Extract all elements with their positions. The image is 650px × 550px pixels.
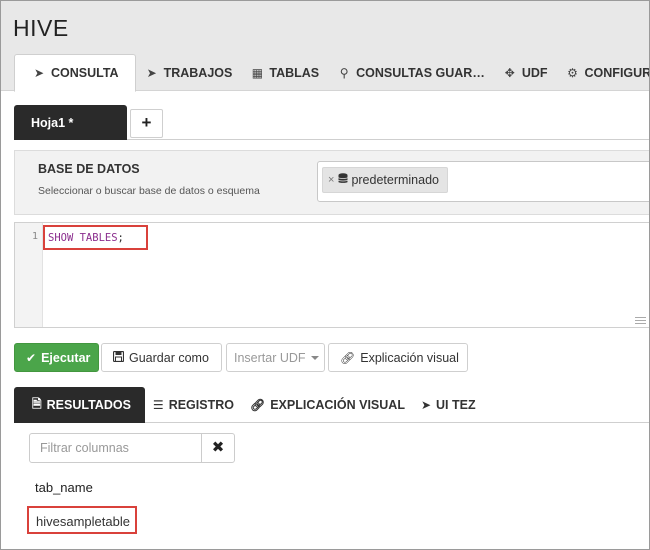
link-icon: 🔗︎ <box>249 398 266 412</box>
chevron-down-icon <box>310 355 319 360</box>
tab-label: UDF <box>521 65 548 80</box>
editor-resize-handle[interactable] <box>635 317 646 324</box>
tab-tablas[interactable]: ▦ TABLAS <box>241 54 328 91</box>
query-text-highlight[interactable]: SHOW TABLES; <box>43 225 148 250</box>
query-editor[interactable]: 1 SHOW TABLES; <box>14 222 649 328</box>
result-tabs: 🗎︎ RESULTADOS ☰ REGISTRO 🔗︎ EXPLICACIÓN … <box>14 387 649 423</box>
add-worksheet-button[interactable]: + <box>130 109 163 138</box>
worksheet-bar: Hoja1 * + <box>14 105 649 140</box>
database-title: BASE DE DATOS <box>38 162 140 176</box>
tab-label: REGISTRO <box>168 398 234 412</box>
tab-resultados[interactable]: 🗎︎ RESULTADOS <box>14 387 145 423</box>
list-icon: ☰ <box>152 398 164 412</box>
table-icon: ▦ <box>251 65 264 80</box>
nav-tabs: ➤ CONSULTA ➤ TRABAJOS ▦ TABLAS ⚲ CONSULT… <box>14 54 649 92</box>
filter-columns-input[interactable] <box>29 433 202 463</box>
link-icon: 🔗︎ <box>340 350 356 365</box>
tab-consultas-guardadas[interactable]: ⚲ CONSULTAS GUAR… <box>328 54 494 91</box>
execute-button[interactable]: ✔ Ejecutar <box>14 343 99 372</box>
insert-udf-label: Insertar UDF <box>234 350 306 365</box>
gear-icon: ⚙ <box>567 65 578 80</box>
save-as-label: Guardar como <box>129 350 209 365</box>
database-token: × predeterminado <box>322 167 448 193</box>
worksheet-tab[interactable]: Hoja1 * <box>14 105 127 140</box>
database-icon <box>338 173 349 187</box>
paper-plane-icon: ➤ <box>420 398 432 412</box>
tab-explicacion-visual[interactable]: 🔗︎ EXPLICACIÓN VISUAL <box>242 387 413 423</box>
insert-udf-dropdown[interactable]: Insertar UDF <box>226 343 325 372</box>
tab-ui-tez[interactable]: ➤ UI TEZ <box>413 387 484 423</box>
editor-gutter: 1 <box>15 223 43 327</box>
visual-explain-button[interactable]: 🔗︎ Explicación visual <box>328 343 468 372</box>
tab-label: EXPLICACIÓN VISUAL <box>270 398 405 412</box>
header: HIVE ➤ CONSULTA ➤ TRABAJOS ▦ TABLAS ⚲ CO… <box>1 1 649 92</box>
clear-filter-button[interactable]: ✖ <box>201 433 235 463</box>
result-cell-highlight: hivesampletable <box>27 506 137 534</box>
file-icon: 🗎︎ <box>32 396 42 411</box>
save-as-button[interactable]: Guardar como <box>101 343 222 372</box>
execute-label: Ejecutar <box>41 350 91 365</box>
check-icon: ✔ <box>26 350 37 365</box>
tab-label: CONSULTAS GUAR… <box>356 65 485 80</box>
paperclip-icon: ⚲ <box>339 65 349 80</box>
remove-token-icon[interactable]: × <box>328 174 334 186</box>
line-number: 1 <box>32 231 39 242</box>
floppy-disk-icon-svg <box>112 350 125 362</box>
tab-label: TRABAJOS <box>163 65 233 80</box>
tab-udf[interactable]: ✥ UDF <box>494 54 557 91</box>
tab-consulta[interactable]: ➤ CONSULTA <box>14 54 136 92</box>
query-terminator: ; <box>117 232 124 244</box>
paper-plane-icon: ➤ <box>146 65 157 80</box>
paper-plane-icon: ➤ <box>33 66 45 80</box>
database-icon-svg <box>338 173 349 183</box>
column-header: tab_name <box>35 480 93 495</box>
tab-trabajos[interactable]: ➤ TRABAJOS <box>136 54 242 91</box>
database-panel: BASE DE DATOS Seleccionar o buscar base … <box>14 150 649 215</box>
visual-explain-label: Explicación visual <box>360 350 459 365</box>
puzzle-icon: ✥ <box>504 65 515 80</box>
tab-label: TABLAS <box>269 65 320 80</box>
database-name: predeterminado <box>351 173 439 187</box>
database-select[interactable]: × predeterminado <box>317 161 649 202</box>
tab-label: RESULTADOS <box>46 398 131 412</box>
floppy-disk-icon <box>112 350 125 365</box>
tab-configuracion[interactable]: ⚙ CONFIGURACIÓN <box>557 54 649 91</box>
tab-label: CONSULTA <box>51 66 119 80</box>
query-keyword: SHOW TABLES <box>48 232 118 244</box>
tab-label: CONFIGURACIÓN <box>584 65 649 80</box>
hive-view-window: HIVE ➤ CONSULTA ➤ TRABAJOS ▦ TABLAS ⚲ CO… <box>0 0 650 550</box>
tab-label: UI TEZ <box>436 398 476 412</box>
app-title: HIVE <box>13 15 69 41</box>
tab-registro[interactable]: ☰ REGISTRO <box>145 387 242 423</box>
database-subtitle: Seleccionar o buscar base de datos o esq… <box>38 185 260 197</box>
